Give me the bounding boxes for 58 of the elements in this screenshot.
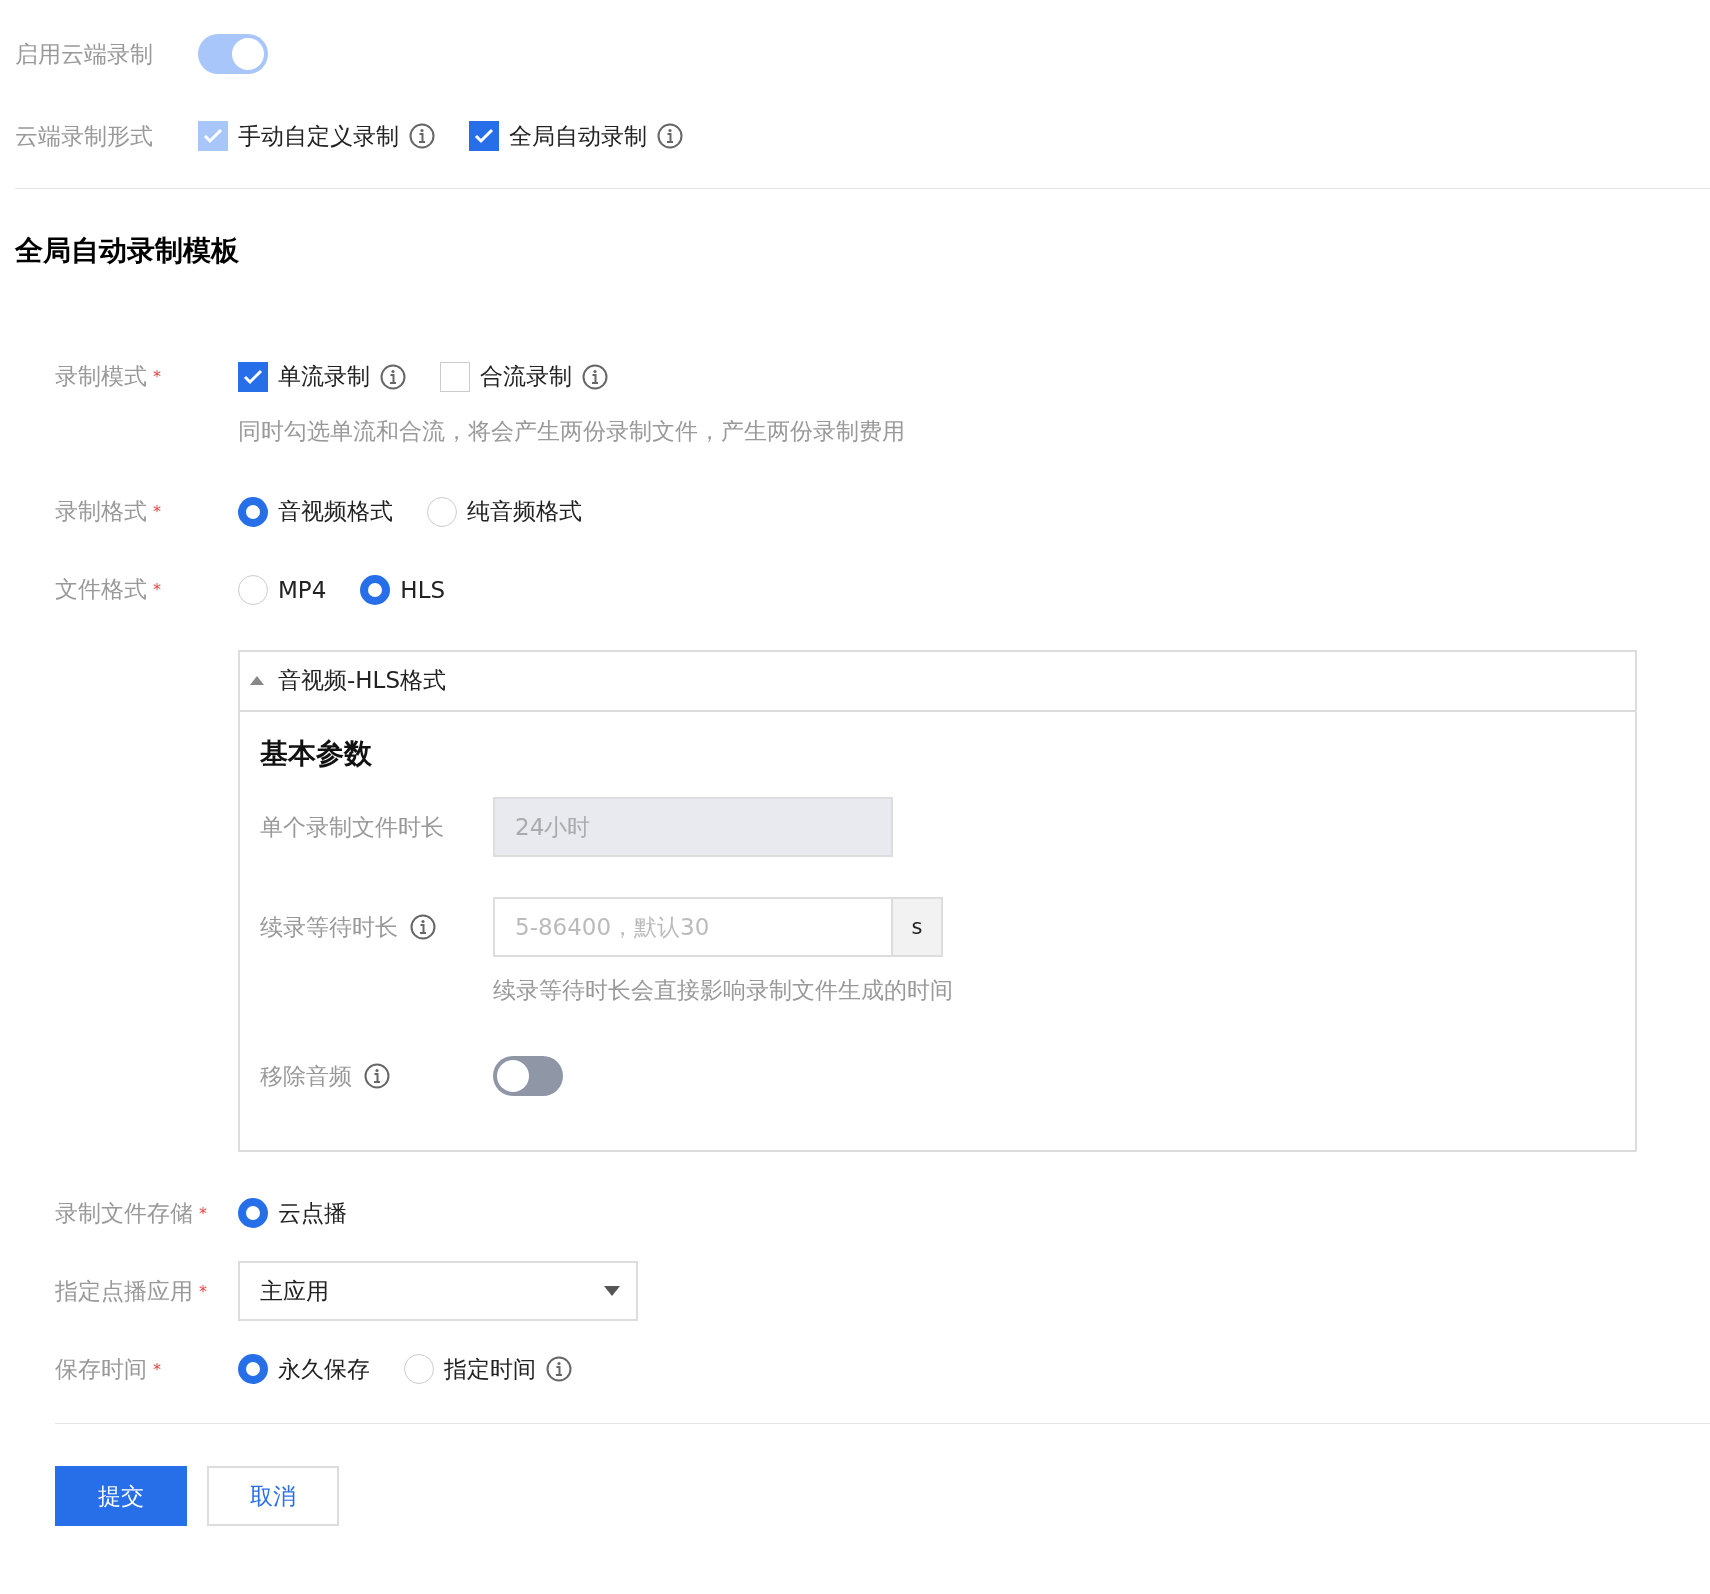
- radio-option[interactable]: 指定时间: [404, 1353, 572, 1385]
- radio-button[interactable]: [238, 1198, 268, 1229]
- submit-button[interactable]: 提交: [55, 1466, 187, 1527]
- checkbox-option[interactable]: 合流录制: [440, 361, 608, 393]
- radio-option[interactable]: 云点播: [238, 1197, 347, 1229]
- radio-option[interactable]: 纯音频格式: [427, 496, 582, 528]
- field-label: 单个录制文件时长: [260, 812, 444, 842]
- field-label: 指定点播应用: [55, 1276, 193, 1306]
- radio-button[interactable]: [360, 574, 391, 605]
- required-mark: *: [153, 502, 161, 522]
- info-icon[interactable]: [380, 363, 406, 390]
- section-heading: 全局自动录制模板: [15, 234, 240, 268]
- setting-label: 启用云端录制: [15, 39, 154, 69]
- info-icon[interactable]: [657, 123, 683, 149]
- checkbox[interactable]: [440, 361, 470, 392]
- field-label: 录制文件存储: [55, 1198, 193, 1228]
- radio-option[interactable]: MP4: [238, 574, 327, 605]
- radio-option[interactable]: 音视频格式: [238, 496, 393, 528]
- field-label: 录制模式: [55, 362, 147, 392]
- field-label: 文件格式: [55, 575, 147, 605]
- radio-option[interactable]: HLS: [360, 574, 446, 605]
- checkbox-option[interactable]: 全局自动录制: [469, 120, 683, 152]
- required-mark: *: [153, 1359, 161, 1379]
- info-icon[interactable]: [410, 914, 436, 941]
- field-label: 移除音频: [260, 1061, 352, 1091]
- checkbox[interactable]: [238, 361, 268, 392]
- setting-label: 云端录制形式: [15, 121, 154, 151]
- caret-icon: [604, 1286, 620, 1297]
- check-icon: [243, 368, 263, 385]
- hint-text: 同时勾选单流和合流，将会产生两份录制文件，产生两份录制费用: [238, 416, 906, 446]
- required-mark: *: [153, 580, 161, 600]
- cancel-button[interactable]: 取消: [207, 1466, 339, 1527]
- unit-addon: s: [893, 897, 943, 958]
- check-icon: [474, 128, 494, 144]
- info-icon[interactable]: [546, 1356, 572, 1383]
- radio-button[interactable]: [238, 496, 268, 527]
- field-label: 录制格式: [55, 497, 147, 527]
- required-mark: *: [153, 367, 161, 387]
- info-icon[interactable]: [364, 1063, 390, 1090]
- toggle-switch[interactable]: [493, 1056, 563, 1097]
- required-mark: *: [199, 1203, 207, 1223]
- field-label: 续录等待时长: [260, 912, 398, 942]
- radio-button[interactable]: [404, 1354, 434, 1385]
- field-label: 保存时间: [55, 1354, 147, 1384]
- panel-header[interactable]: 音视频-HLS格式: [240, 651, 1635, 712]
- input-field[interactable]: 5-86400，默认30: [493, 897, 893, 958]
- checkbox-option[interactable]: 单流录制: [238, 361, 406, 393]
- radio-button[interactable]: [427, 496, 457, 527]
- radio-button[interactable]: [238, 1354, 268, 1385]
- hint-text: 续录等待时长会直接影响录制文件生成的时间: [493, 976, 954, 1006]
- checkbox[interactable]: [469, 121, 499, 151]
- section-title: 基本参数: [260, 736, 373, 771]
- radio-option[interactable]: 永久保存: [238, 1353, 370, 1385]
- check-icon: [203, 128, 223, 144]
- select-dropdown[interactable]: 主应用: [238, 1261, 638, 1322]
- radio-button[interactable]: [238, 574, 268, 605]
- info-icon[interactable]: [582, 363, 608, 390]
- required-mark: *: [199, 1281, 207, 1301]
